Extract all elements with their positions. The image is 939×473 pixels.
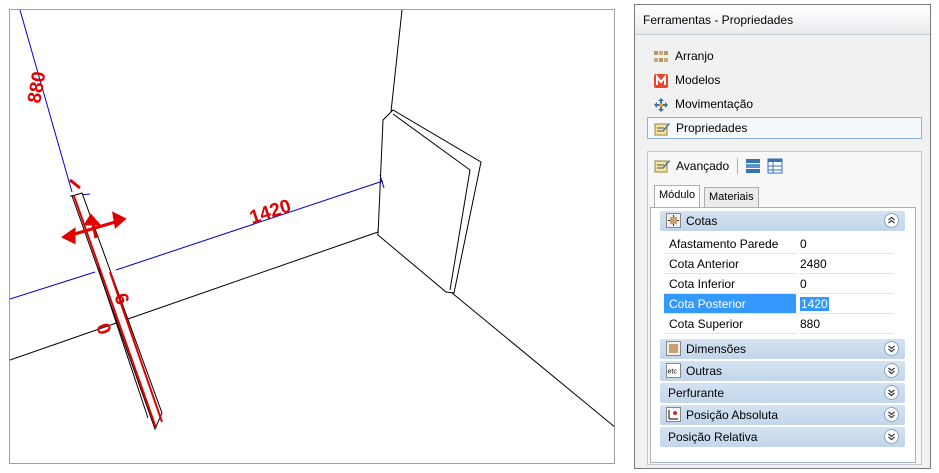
group-outras[interactable]: etc Outras — [660, 361, 905, 381]
property-name: Cota Inferior — [664, 274, 796, 294]
expand-icon[interactable] — [884, 385, 899, 400]
tab-materiais[interactable]: Materiais — [704, 187, 759, 208]
3d-viewport[interactable]: 880 1420 6 0 — [9, 9, 615, 464]
advanced-label[interactable]: Avançado — [676, 159, 729, 173]
expand-icon[interactable] — [884, 341, 899, 356]
etc-icon: etc — [666, 363, 681, 378]
toolbar-separator — [737, 158, 738, 174]
nav-item-propriedades[interactable]: Propriedades — [647, 117, 922, 139]
advanced-toolbar: Avançado — [648, 152, 921, 180]
property-value-text[interactable]: 1420 — [800, 297, 829, 311]
arranjo-icon — [654, 51, 668, 62]
property-name: Cota Anterior — [664, 254, 796, 274]
advanced-properties-icon — [654, 160, 670, 173]
modelos-icon — [654, 74, 668, 88]
movimentacao-icon — [654, 98, 668, 112]
back-panel — [377, 109, 482, 294]
group-cotas[interactable]: Cotas — [660, 211, 905, 231]
dimension-line-left — [10, 271, 96, 300]
property-value[interactable]: 880 — [800, 314, 894, 334]
group-posicao-relativa-label: Posição Relativa — [668, 430, 758, 444]
svg-text:etc: etc — [668, 369, 678, 376]
nav-item-modelos[interactable]: Modelos — [647, 70, 922, 92]
posicao-absoluta-icon — [666, 407, 681, 422]
nav-label-modelos: Modelos — [675, 73, 721, 87]
nav-item-movimentacao[interactable]: Movimentação — [647, 94, 922, 116]
group-dimensoes-label: Dimensões — [686, 342, 747, 356]
property-value[interactable]: 0 — [800, 234, 894, 254]
nav-label-movimentacao: Movimentação — [675, 97, 754, 111]
categorized-view-icon[interactable] — [745, 158, 761, 174]
property-row[interactable]: Afastamento Parede 0 — [664, 234, 894, 254]
group-posicao-absoluta-label: Posição Absoluta — [686, 408, 779, 422]
dimensoes-icon — [666, 341, 681, 356]
group-cotas-label: Cotas — [686, 214, 718, 228]
expand-icon[interactable] — [884, 407, 899, 422]
collapse-icon[interactable] — [884, 213, 899, 228]
property-value-editing[interactable]: 1420 — [800, 294, 894, 314]
property-row[interactable]: Cota Inferior 0 — [664, 274, 894, 294]
group-perfurante[interactable]: Perfurante — [660, 383, 905, 403]
group-dimensoes[interactable]: Dimensões — [660, 339, 905, 359]
property-name: Cota Posterior — [664, 294, 796, 314]
property-name: Cota Superior — [664, 314, 796, 334]
selected-panel-red-edge-2 — [109, 271, 163, 423]
tab-modulo[interactable]: Módulo — [654, 185, 701, 208]
property-name: Afastamento Parede — [664, 234, 796, 254]
propriedades-icon — [654, 123, 670, 136]
expand-icon[interactable] — [884, 363, 899, 378]
expand-icon[interactable] — [884, 429, 899, 444]
property-row[interactable]: Cota Anterior 2480 — [664, 254, 894, 274]
nav-label-propriedades: Propriedades — [676, 121, 748, 135]
grid-view-icon[interactable] — [767, 158, 783, 174]
dimension-line-880 — [19, 10, 73, 193]
group-perfurante-label: Perfurante — [668, 386, 725, 400]
scene-drawing — [10, 10, 614, 431]
property-row[interactable]: Cota Superior 880 — [664, 314, 894, 334]
property-row-selected[interactable]: Cota Posterior 1420 — [664, 294, 894, 314]
group-outras-label: Outras — [686, 364, 723, 378]
move-handle — [61, 178, 127, 245]
property-value[interactable]: 0 — [800, 274, 894, 294]
group-posicao-relativa[interactable]: Posição Relativa — [660, 427, 905, 447]
nav-item-arranjo[interactable]: Arranjo — [647, 46, 922, 68]
tab-content: Cotas Afastamento Parede 0 Cota Anterior… — [650, 207, 916, 463]
tools-properties-panel: Ferramentas - Propriedades Arranjo Model… — [634, 4, 931, 469]
cotas-icon — [666, 213, 681, 228]
floor-edge-left — [10, 231, 379, 361]
nav-label-arranjo: Arranjo — [675, 49, 714, 63]
group-posicao-absoluta[interactable]: Posição Absoluta — [660, 405, 905, 425]
property-value[interactable]: 2480 — [800, 254, 894, 274]
dimension-line-1420 — [115, 180, 384, 271]
panel-title: Ferramentas - Propriedades — [635, 5, 930, 35]
advanced-section: Avançado Módulo Materiais Cotas Afastame… — [647, 151, 922, 465]
